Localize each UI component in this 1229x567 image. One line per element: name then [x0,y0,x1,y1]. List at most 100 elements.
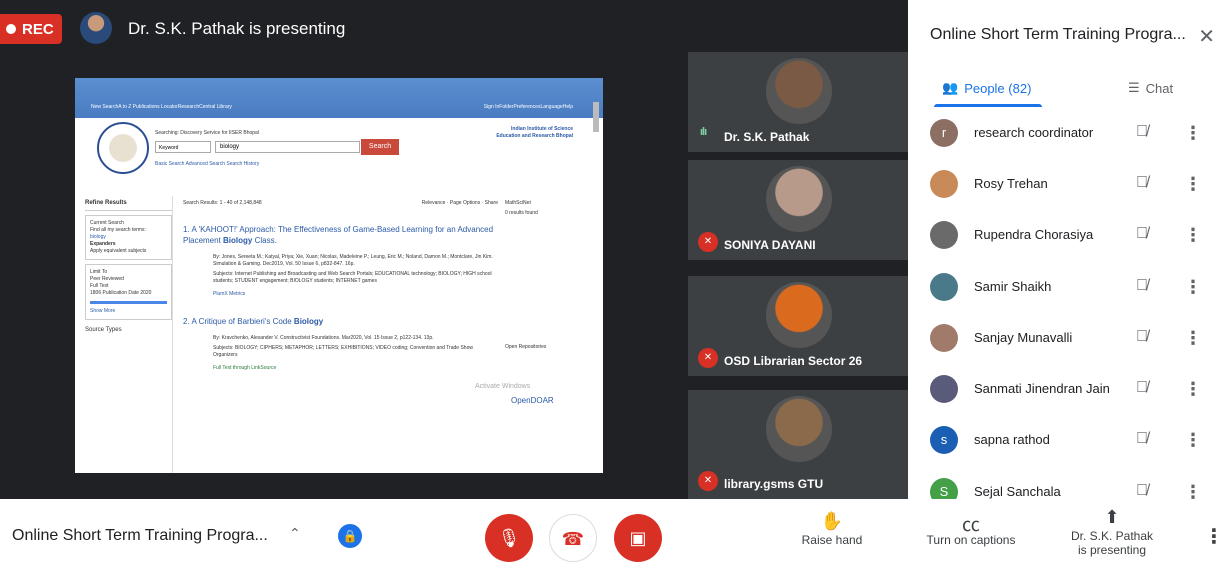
avatar [930,272,958,301]
shield-icon[interactable]: 🔒 [338,524,362,548]
nav-item: Folder [499,104,514,110]
search-button: Search [361,139,399,155]
presentation-button[interactable]: ⬆ Dr. S.K. Pathak is presenting [1064,507,1160,557]
activate-windows-watermark: Activate Windows [475,383,531,390]
mic-off-icon: 🎙̸ [1136,430,1148,448]
ebsco-nav: New Search A to Z Publications Locator R… [91,104,573,116]
people-icon: 👥 [942,80,959,95]
nav-item: Language [540,104,563,110]
avatar [930,221,958,250]
participant-row[interactable]: r research coordinator 🎙̸ ⋮ [908,107,1229,158]
participant-name: Rupendra Chorasiya [974,227,1094,243]
nav-item: Help [562,104,573,110]
mic-off-icon: 🎙̸ [1136,173,1148,191]
right-widgets: MathSciNet 0 results found Open Reposito… [505,200,547,350]
captions-icon: ㏄ [962,515,980,535]
mic-off-icon: 🎙̸ [1136,481,1148,499]
field-select: Keyword [155,141,211,153]
mic-off-icon: 🎙̸ [1136,276,1148,294]
close-icon[interactable]: ✕ [1198,24,1215,49]
more-options-icon[interactable]: ⋮ [1204,524,1224,549]
camera-toggle-button[interactable]: ▣ [614,514,662,562]
participant-row[interactable]: s sapna rathod 🎙̸ ⋮ [908,415,1229,466]
more-options-icon[interactable]: ⋮ [1184,379,1202,400]
raise-hand-button[interactable]: ✋ Raise hand [795,511,869,547]
tile-avatar [766,166,832,232]
chevron-up-icon[interactable]: ⌃ [289,525,301,542]
meeting-name[interactable]: Online Short Term Training Progra... [12,527,268,545]
result-title: 2. A Critique of Barbieri's Code Biology [183,317,324,326]
hand-icon: ✋ [820,511,844,531]
opendoar-logo: OpenDOAR [511,396,554,405]
presenting-title: Dr. S.K. Pathak is presenting [128,19,346,38]
participant-tile[interactable]: ✕ SONIYA DAYANI [688,160,908,260]
participant-row[interactable]: Rosy Trehan 🎙̸ ⋮ [908,158,1229,209]
participant-name: sapna rathod [974,432,1050,448]
participant-list: r research coordinator 🎙̸ ⋮ Rosy Trehan 🎙̸ ⋮ Ru… [908,107,1229,517]
mic-off-icon: 🎙̸ [1136,379,1148,397]
participant-name: Samir Shaikh [974,278,1052,294]
participant-row[interactable]: Rupendra Chorasiya 🎙̸ ⋮ [908,210,1229,261]
nav-item: Central Library [199,104,232,110]
avatar [930,323,958,352]
bottom-toolbar: Online Short Term Training Progra... ⌃ 🔒… [0,499,1229,567]
participant-tile[interactable]: ılı Dr. S.K. Pathak [688,52,908,152]
mic-off-icon: 🎙̸ [1136,225,1148,243]
participant-row[interactable]: Sanjay Munavalli 🎙̸ ⋮ [908,312,1229,363]
chat-icon: ☰ [1128,80,1140,95]
avatar: r [930,118,958,147]
institution-name: Indian Institute of Science Education an… [496,126,573,139]
more-options-icon[interactable]: ⋮ [1184,174,1202,195]
tile-avatar [766,396,832,462]
avatar [930,169,958,198]
mic-off-icon: 🎙̸ [1136,122,1148,140]
search-results: Search Results: 1 - 40 of 2,148,848 Rele… [183,200,498,371]
more-options-icon[interactable]: ⋮ [1184,328,1202,349]
more-options-icon[interactable]: ⋮ [1184,123,1202,144]
avatar [930,375,958,404]
participant-row[interactable]: Samir Shaikh 🎙̸ ⋮ [908,261,1229,312]
participant-row[interactable]: Sanmati Jinendran Jain 🎙̸ ⋮ [908,363,1229,414]
mic-off-icon: ✕ [698,348,718,368]
participant-tile[interactable]: ✕ OSD Librarian Sector 26 [688,276,908,376]
result-title: 1. A 'KAHOOT!' Approach: The Effectivene… [183,225,494,245]
searching-label: Searching: Discovery Service for IISER B… [155,130,259,136]
phone-hangup-icon: ☎ [561,529,585,549]
search-sublinks: Basic Search Advanced Search Search Hist… [155,161,260,167]
shared-screen: New Search A to Z Publications Locator R… [75,78,603,473]
camera-off-icon: ▣ [629,528,647,548]
mic-off-icon: ✕ [698,232,718,252]
captions-button[interactable]: ㏄ Turn on captions [916,511,1026,547]
panel-title: Online Short Term Training Progra... [930,26,1186,43]
nav-item: Preferences [513,104,541,110]
more-options-icon[interactable]: ⋮ [1184,277,1202,298]
tab-chat[interactable]: ☰ Chat [1128,80,1173,96]
leave-call-button[interactable]: ☎ [549,514,597,562]
tab-people[interactable]: 👥 People (82) [942,80,1031,96]
speaking-icon: ılı [700,126,707,138]
participant-name: research coordinator [974,124,1094,140]
nav-item: New Search [91,104,119,110]
refine-panel: Refine Results Current Search Find all m… [85,196,173,473]
tile-avatar [766,282,832,348]
present-icon: ⬆ [1104,507,1120,527]
participant-name: Sanjay Munavalli [974,329,1073,345]
mic-toggle-button[interactable]: 🎙 [485,514,533,562]
search-query: biology [215,141,360,153]
screen-scrollbar [593,102,599,132]
institute-logo [97,122,149,174]
participant-name: Rosy Trehan [974,175,1048,191]
nav-item: Sign In [483,104,500,110]
participant-name: Sanmati Jinendran Jain [974,381,1110,397]
more-options-icon[interactable]: ⋮ [1184,430,1202,451]
nav-item: A to Z Publications Locator [118,104,178,110]
record-dot-icon [6,24,16,34]
tile-avatar [766,58,832,124]
avatar: s [930,426,958,455]
mic-off-icon: ✕ [698,471,718,491]
mic-off-icon: 🎙̸ [1136,327,1148,345]
participant-name: Sejal Sanchala [974,483,1061,499]
participant-tile[interactable]: ✕ library.gsms GTU [688,390,908,499]
more-options-icon[interactable]: ⋮ [1184,225,1202,246]
mic-off-icon: 🎙 [497,528,521,548]
